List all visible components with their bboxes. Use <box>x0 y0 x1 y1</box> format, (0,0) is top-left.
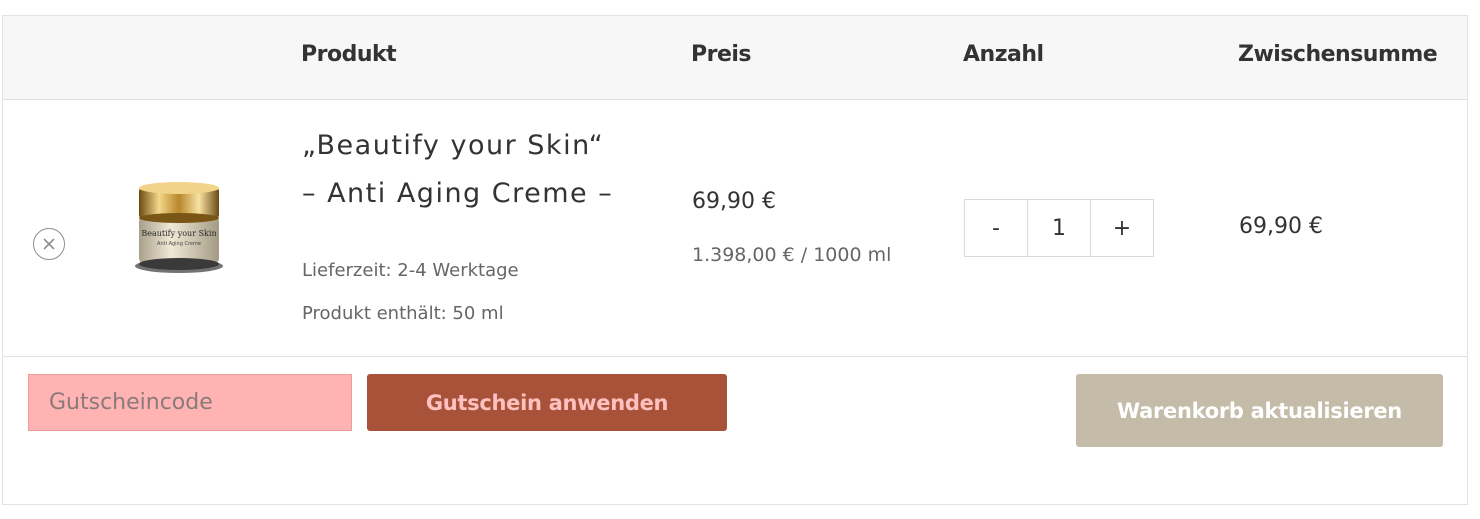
header-quantity: Anzahl <box>963 42 1044 67</box>
remove-item-button[interactable] <box>33 228 65 260</box>
cart-table-header: Produkt Preis Anzahl Zwischensumme <box>3 16 1467 100</box>
item-subtotal: 69,90 € <box>1239 214 1323 239</box>
apply-coupon-button[interactable]: Gutschein anwenden <box>367 374 727 431</box>
delivery-time: Lieferzeit: 2-4 Werktage <box>302 260 519 281</box>
header-price: Preis <box>691 42 752 67</box>
cart-item-row: Beautify your Skin Anti Aging Creme „Bea… <box>3 100 1467 357</box>
quantity-increase-button[interactable]: + <box>1090 200 1153 256</box>
cart-table: Produkt Preis Anzahl Zwischensumme Beaut… <box>2 15 1468 505</box>
unit-price: 1.398,00 € / 1000 ml <box>692 244 892 266</box>
quantity-stepper: - 1 + <box>964 199 1154 257</box>
product-name-line2[interactable]: – Anti Aging Creme – <box>302 170 613 218</box>
header-subtotal: Zwischensumme <box>1238 42 1438 67</box>
remove-circle-x-icon <box>43 238 55 250</box>
header-product: Produkt <box>301 42 397 67</box>
product-name-line1[interactable]: „Beautify your Skin“ <box>302 122 613 170</box>
update-cart-button[interactable]: Warenkorb aktualisieren <box>1076 374 1443 447</box>
image-brand-label: Beautify your Skin <box>141 229 216 238</box>
quantity-decrease-button[interactable]: - <box>965 200 1027 256</box>
product-name[interactable]: „Beautify your Skin“ – Anti Aging Creme … <box>302 122 613 218</box>
product-thumbnail[interactable]: Beautify your Skin Anti Aging Creme <box>129 180 229 275</box>
quantity-input[interactable]: 1 <box>1027 200 1090 256</box>
item-price: 69,90 € <box>692 189 776 214</box>
product-contents: Produkt enthält: 50 ml <box>302 303 504 324</box>
image-product-label: Anti Aging Creme <box>157 241 201 247</box>
coupon-code-input[interactable] <box>28 374 352 431</box>
